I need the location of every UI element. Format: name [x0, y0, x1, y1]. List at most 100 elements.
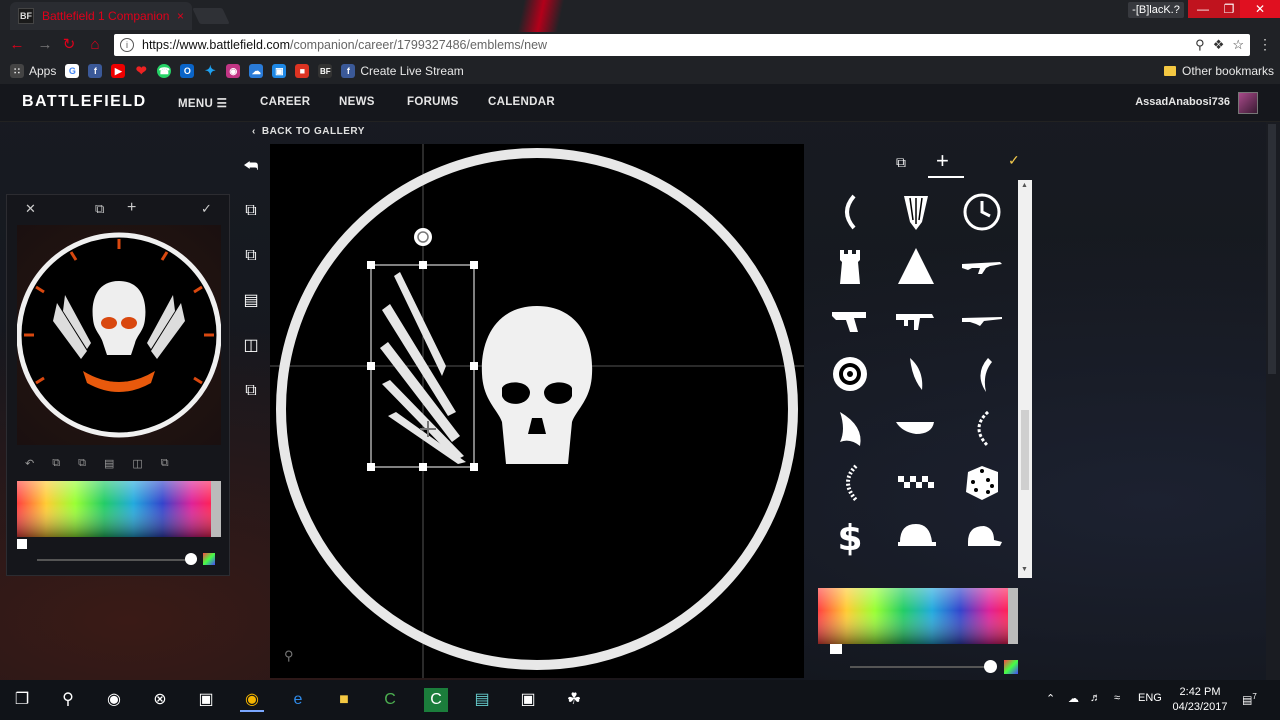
other-bookmarks[interactable]: Other bookmarks: [1164, 64, 1274, 78]
tower-shape[interactable]: [824, 242, 876, 290]
bookmark-photo[interactable]: ▣: [272, 64, 287, 78]
app-window-icon[interactable]: ▤: [470, 688, 494, 712]
clock-shape[interactable]: [956, 188, 1008, 236]
pistol-shape[interactable]: [824, 296, 876, 344]
move-up-icon[interactable]: ⧉: [78, 457, 86, 470]
wing-shape[interactable]: [824, 404, 876, 452]
star-icon[interactable]: ☆: [1232, 37, 1244, 53]
cap-shape[interactable]: [956, 512, 1008, 560]
color-palette[interactable]: [818, 588, 1018, 644]
bookmark-instagram[interactable]: ◉: [226, 64, 241, 78]
chrome-icon[interactable]: ◉: [240, 688, 264, 712]
back-to-gallery-link[interactable]: ‹ BACK TO GALLERY: [252, 126, 365, 137]
shape-grid-scrollbar[interactable]: ▲ ▼: [1018, 180, 1032, 578]
bookmark-facebook[interactable]: f: [88, 64, 103, 78]
rifle-2-shape[interactable]: [956, 296, 1008, 344]
forward-arrow-icon[interactable]: →: [36, 36, 54, 54]
add-layer-icon[interactable]: +: [127, 199, 136, 217]
rifle-shape[interactable]: [956, 242, 1008, 290]
move-up-icon[interactable]: ⧉: [238, 243, 264, 269]
photo-editor-icon[interactable]: ▣: [516, 688, 540, 712]
scroll-up-icon[interactable]: ▲: [1021, 182, 1028, 189]
confirm-icon[interactable]: ✓: [1008, 152, 1020, 169]
add-layer-icon[interactable]: +: [936, 148, 949, 174]
camtasia-icon[interactable]: C: [378, 688, 402, 712]
new-tab-button[interactable]: [192, 8, 230, 24]
reload-icon[interactable]: ↻: [60, 36, 78, 54]
undo-icon[interactable]: ⮪: [238, 154, 264, 180]
copy-layer-icon[interactable]: ⧉: [896, 154, 906, 171]
selected-color-swatch[interactable]: [17, 539, 27, 549]
color-picker-icon[interactable]: [203, 553, 215, 565]
opacity-slider[interactable]: [850, 666, 990, 668]
bookmark-outlook[interactable]: O: [180, 64, 195, 78]
camtasia-recorder-icon[interactable]: C: [424, 688, 448, 712]
flip-icon[interactable]: ◫: [132, 457, 142, 470]
smg-shape[interactable]: [890, 296, 942, 344]
duplicate-icon[interactable]: ⧉: [52, 457, 60, 470]
shape-grid-scroll-thumb[interactable]: [1021, 410, 1029, 490]
undo-icon[interactable]: ↶: [25, 457, 34, 470]
notifications-icon[interactable]: ▤7: [1242, 692, 1257, 707]
browser-menu-icon[interactable]: ⋮: [1258, 36, 1272, 53]
nav-career[interactable]: CAREER: [260, 96, 310, 108]
profile-chip[interactable]: -[B]lacK.?: [1128, 2, 1184, 18]
bookmark-google[interactable]: G: [65, 64, 80, 78]
windows-start-icon[interactable]: ❐: [10, 688, 34, 712]
extension-icon[interactable]: ❖: [1213, 37, 1225, 53]
nav-menu[interactable]: MENU ☰: [178, 96, 227, 110]
blade-shape[interactable]: [890, 404, 942, 452]
username[interactable]: AssadAnabosi736: [1135, 96, 1230, 108]
browser-tab[interactable]: BF Battlefield 1 Companion ×: [10, 2, 192, 30]
scroll-down-icon[interactable]: ▼: [1021, 566, 1028, 573]
home-icon[interactable]: ⌂: [86, 36, 104, 54]
nav-forums[interactable]: FORUMS: [407, 96, 459, 108]
triangle-shape[interactable]: [890, 242, 942, 290]
confirm-icon[interactable]: ✓: [201, 201, 212, 217]
back-arrow-icon[interactable]: ←: [8, 36, 26, 54]
search-icon[interactable]: ⚲: [56, 688, 80, 712]
joystick-icon[interactable]: ☘: [562, 688, 586, 712]
tray-chevron-icon[interactable]: ⌃: [1046, 692, 1055, 705]
battlefield-logo[interactable]: BATTLEFIELD: [22, 93, 147, 111]
wifi-icon[interactable]: ≈: [1114, 692, 1120, 704]
address-bar[interactable]: i https://www.battlefield.com/companion/…: [114, 34, 1250, 56]
color-picker-icon[interactable]: [1004, 660, 1018, 674]
bookmark-red[interactable]: ■: [295, 64, 310, 78]
volume-icon[interactable]: ♬: [1090, 692, 1101, 704]
opacity-slider-knob[interactable]: [185, 553, 197, 565]
onedrive-icon[interactable]: ☁: [1068, 692, 1079, 705]
feather-2-shape[interactable]: [890, 350, 942, 398]
move-down-icon[interactable]: ⧉: [238, 378, 264, 404]
hat-shape-partial[interactable]: [890, 566, 942, 580]
bookmark-twitter[interactable]: ✦: [203, 63, 217, 78]
bookmark-create-live-stream[interactable]: f Create Live Stream: [341, 64, 464, 78]
xbox-icon[interactable]: ⊗: [148, 688, 172, 712]
bookmark-heart[interactable]: ❤: [134, 63, 148, 78]
language-indicator[interactable]: ENG: [1138, 692, 1162, 704]
nav-calendar[interactable]: CALENDAR: [488, 96, 555, 108]
color-palette[interactable]: [17, 481, 221, 537]
store-icon[interactable]: ▣: [194, 688, 218, 712]
close-window-button[interactable]: ✕: [1240, 0, 1280, 18]
bookmark-apps[interactable]: ∷ Apps: [10, 64, 56, 78]
align-icon[interactable]: ▤: [104, 457, 114, 470]
opacity-slider[interactable]: [37, 559, 197, 561]
copy-layer-icon[interactable]: ⧉: [95, 201, 104, 217]
laurel-half-shape[interactable]: [956, 404, 1008, 452]
align-icon[interactable]: ▤: [238, 288, 264, 314]
dollar-shape[interactable]: $: [824, 512, 876, 560]
selected-color-swatch[interactable]: [830, 644, 842, 654]
wing-curve-shape[interactable]: [956, 350, 1008, 398]
dice-shape[interactable]: [956, 458, 1008, 506]
duplicate-icon[interactable]: ⧉: [238, 198, 264, 224]
zoom-icon[interactable]: ⚲: [284, 648, 294, 664]
page-scrollbar-thumb[interactable]: [1268, 124, 1276, 374]
feather-shape[interactable]: [890, 188, 942, 236]
file-explorer-icon[interactable]: ■: [332, 688, 356, 712]
bookmark-whatsapp[interactable]: ☎: [157, 64, 172, 78]
opacity-slider-knob[interactable]: [984, 660, 997, 673]
avatar[interactable]: [1238, 92, 1258, 114]
site-info-icon[interactable]: i: [120, 38, 134, 52]
bracket-shape[interactable]: [824, 188, 876, 236]
